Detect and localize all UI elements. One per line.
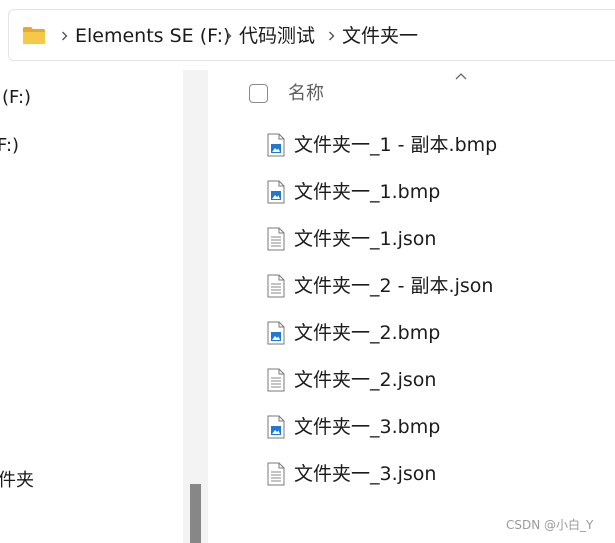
file-row[interactable]: 文件夹一_3.bmp xyxy=(262,405,602,449)
file-row[interactable]: 文件夹一_2.json xyxy=(262,358,602,402)
breadcrumb-drive[interactable]: Elements SE (F:) xyxy=(75,24,230,48)
select-all-checkbox[interactable] xyxy=(249,84,268,103)
file-row[interactable]: 文件夹一_2 - 副本.json xyxy=(262,264,602,308)
chevron-right-icon xyxy=(62,31,68,41)
text-file-icon xyxy=(267,227,285,251)
bmp-image-file-icon xyxy=(267,180,285,204)
nav-item-drive-f[interactable]: (F:) xyxy=(2,87,31,109)
file-name: 文件夹一_2.bmp xyxy=(294,322,441,344)
file-name: 文件夹一_2 - 副本.json xyxy=(294,275,494,297)
file-name: 文件夹一_1.bmp xyxy=(294,181,441,203)
bmp-image-file-icon xyxy=(267,321,285,345)
chevron-right-icon xyxy=(329,31,335,41)
file-row[interactable]: 文件夹一_1.json xyxy=(262,217,602,261)
column-header-name[interactable]: 名称 xyxy=(288,83,324,105)
file-row[interactable]: 文件夹一_2.bmp xyxy=(262,311,602,355)
breadcrumb-folder-code-test[interactable]: 代码测试 xyxy=(239,24,315,48)
file-name: 文件夹一_2.json xyxy=(294,369,437,391)
nav-item-folder[interactable]: 件夹 xyxy=(0,470,34,492)
text-file-icon xyxy=(267,274,285,298)
file-explorer-window: Elements SE (F:) 代码测试 文件夹一 (F:) F:) 件夹 名… xyxy=(0,0,615,543)
nav-item-drive[interactable]: F:) xyxy=(0,135,19,157)
file-row[interactable]: 文件夹一_1 - 副本.bmp xyxy=(262,123,602,167)
nav-pane-scrollbar[interactable] xyxy=(183,70,208,543)
nav-pane-scroll-thumb[interactable] xyxy=(190,484,201,543)
breadcrumb-folder-current[interactable]: 文件夹一 xyxy=(342,24,418,48)
folder-icon xyxy=(23,27,45,44)
watermark: CSDN @小白_Y xyxy=(506,518,594,532)
file-row[interactable]: 文件夹一_1.bmp xyxy=(262,170,602,214)
navigation-pane: (F:) F:) 件夹 xyxy=(0,70,183,543)
file-name: 文件夹一_3.json xyxy=(294,463,437,485)
bmp-image-file-icon xyxy=(267,133,285,157)
chevron-up-icon[interactable] xyxy=(454,71,468,81)
file-name: 文件夹一_3.bmp xyxy=(294,416,441,438)
file-row[interactable]: 文件夹一_3.json xyxy=(262,452,602,496)
text-file-icon xyxy=(267,368,285,392)
file-name: 文件夹一_1.json xyxy=(294,228,437,250)
text-file-icon xyxy=(267,462,285,486)
chevron-right-icon xyxy=(226,31,232,41)
address-bar[interactable]: Elements SE (F:) 代码测试 文件夹一 xyxy=(8,9,615,61)
bmp-image-file-icon xyxy=(267,415,285,439)
file-name: 文件夹一_1 - 副本.bmp xyxy=(294,134,498,156)
